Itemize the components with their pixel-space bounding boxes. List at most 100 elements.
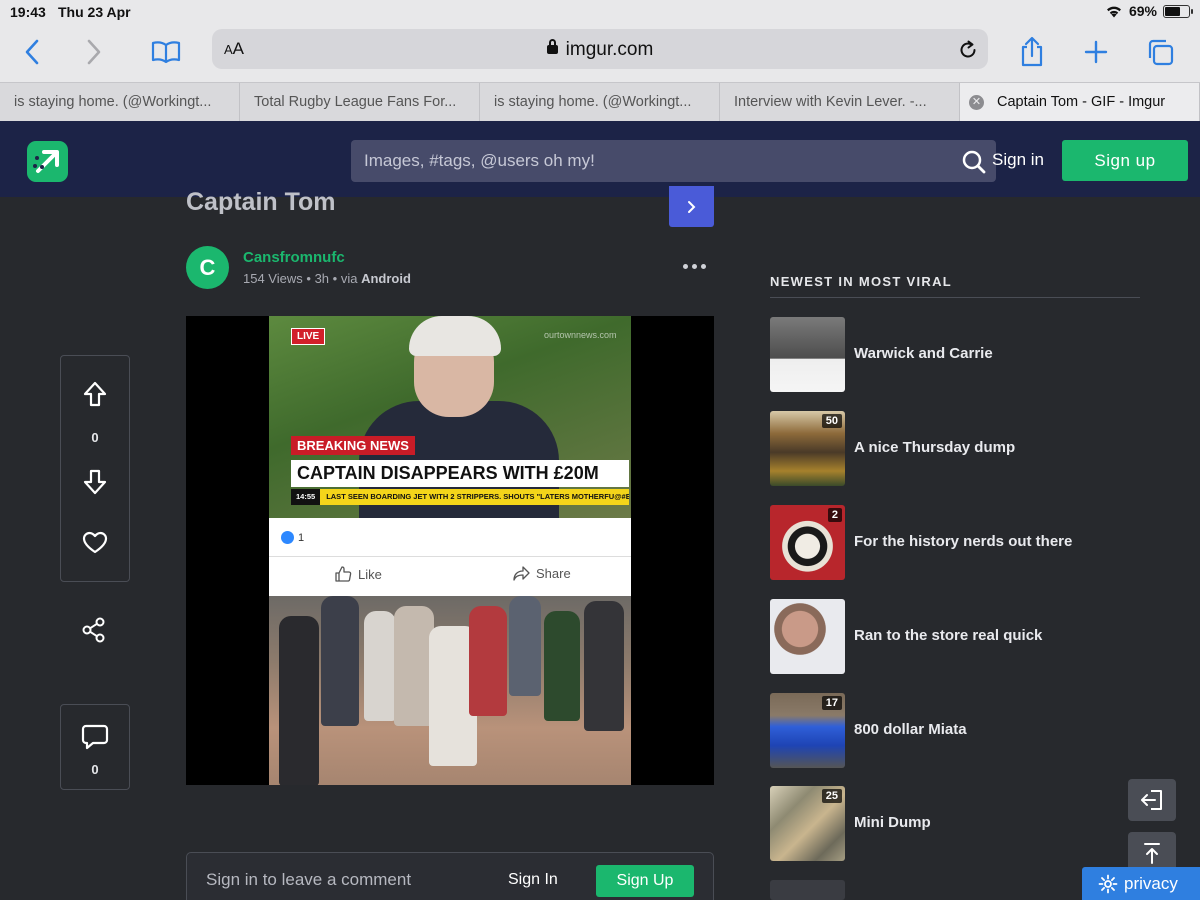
tab-2[interactable]: Total Rugby League Fans For... (240, 83, 480, 121)
tab-1[interactable]: is staying home. (@Workingt... (0, 83, 240, 121)
sidebar-post-4[interactable]: Ran to the store real quick (770, 599, 1150, 675)
sidebar-thumbnail: 25 (770, 786, 845, 861)
album-count-badge: 50 (821, 414, 842, 428)
news-headline: CAPTAIN DISAPPEARS WITH £20M (291, 460, 629, 487)
like-reaction-icon (281, 531, 294, 544)
post-title: Captain Tom (186, 188, 336, 214)
tab-4[interactable]: Interview with Kevin Lever. -... (720, 83, 960, 121)
book-icon (151, 41, 181, 64)
share-post-button[interactable] (80, 616, 108, 649)
sidebar-post-5[interactable]: 17 800 dollar Miata (770, 693, 1150, 769)
album-count-badge: 2 (827, 508, 842, 522)
sidebar-thumbnail (770, 317, 845, 392)
url-display[interactable]: imgur.com (212, 39, 988, 61)
back-button[interactable] (14, 34, 50, 70)
tab-3[interactable]: is staying home. (@Workingt... (480, 83, 720, 121)
sidebar-thumbnail: 50 (770, 411, 845, 486)
comment-signup-button[interactable]: Sign Up (596, 865, 694, 897)
next-post-button[interactable] (669, 186, 714, 227)
post-meta: 154 Views • 3h • via Android (243, 271, 411, 286)
arrow-down-icon (83, 469, 107, 495)
tab-overview-button[interactable] (1142, 34, 1178, 70)
comment-placeholder[interactable]: Sign in to leave a comment (206, 870, 411, 890)
heart-icon (82, 531, 108, 554)
status-bar: 19:43 Thu 23 Apr 69% (0, 0, 1200, 24)
fb-share: Share (513, 566, 571, 581)
album-count-badge: 25 (821, 789, 842, 803)
arrow-up-icon (83, 381, 107, 407)
comment-signin-link[interactable]: Sign In (508, 871, 558, 889)
url-text: imgur.com (565, 39, 654, 60)
exit-button[interactable] (1128, 779, 1176, 821)
sidebar-post-2[interactable]: 50 A nice Thursday dump (770, 411, 1150, 487)
media-watermark: ourtownnews.com (544, 330, 617, 340)
sidebar-post-title: A nice Thursday dump (854, 439, 1016, 456)
post-platform: Android (361, 271, 411, 286)
post-age: 3h (314, 271, 330, 286)
favorite-button[interactable] (61, 531, 129, 555)
sidebar-title: NEWEST IN MOST VIRAL (770, 274, 952, 289)
share-arrow-icon (513, 566, 530, 581)
author-name[interactable]: Cansfromnufc (243, 249, 345, 266)
upvote-button[interactable] (61, 380, 129, 408)
arrow-up-bar-icon (1144, 843, 1160, 864)
comments-panel[interactable]: 0 (60, 704, 130, 790)
chevron-right-icon (87, 39, 101, 65)
wifi-icon (1106, 6, 1121, 18)
breaking-news-label: BREAKING NEWS (291, 436, 415, 455)
share-button[interactable] (1014, 34, 1050, 70)
thumbs-up-icon (335, 566, 352, 582)
reload-button[interactable] (958, 38, 978, 65)
browser-toolbar: AA imgur.com (0, 24, 1200, 82)
header-signup-button[interactable]: Sign up (1062, 140, 1188, 181)
gear-icon (1098, 874, 1118, 893)
tab-strip: is staying home. (@Workingt... Total Rug… (0, 82, 1200, 121)
reload-icon (960, 40, 976, 58)
address-bar[interactable]: AA imgur.com (212, 29, 988, 69)
comments-button[interactable] (61, 723, 129, 751)
live-badge: LIVE (291, 328, 326, 345)
privacy-button[interactable]: privacy (1082, 867, 1200, 900)
sidebar-post-title: For the history nerds out there (854, 533, 1073, 550)
vote-panel: 0 (60, 355, 130, 582)
sidebar-post-title: Mini Dump (854, 814, 931, 831)
reaction-count: 1 (281, 531, 304, 544)
downvote-button[interactable] (61, 468, 129, 496)
search-input[interactable]: Images, #tags, @users oh my! (351, 140, 996, 182)
gif-frame: LIVE ourtownnews.com BREAKING NEWS CAPTA… (269, 316, 631, 785)
bookmarks-button[interactable] (148, 34, 184, 70)
dancing-crowd-image (269, 596, 631, 785)
imgur-logo[interactable] (27, 141, 68, 182)
sidebar-post-title: Warwick and Carrie (854, 345, 993, 362)
sidebar-divider (770, 297, 1140, 298)
status-date: Thu 23 Apr (58, 4, 131, 20)
album-count-badge: 17 (821, 696, 842, 710)
search-icon[interactable] (961, 149, 987, 180)
share-icon (1021, 36, 1043, 67)
tab-active[interactable]: ✕ Captain Tom - GIF - Imgur (960, 83, 1200, 121)
close-tab-icon[interactable]: ✕ (969, 95, 984, 110)
exit-arrow-icon (1141, 790, 1162, 810)
status-right: 69% (1105, 3, 1193, 19)
plus-icon (1084, 40, 1108, 64)
new-tab-button[interactable] (1078, 34, 1114, 70)
sidebar-thumbnail (770, 599, 845, 674)
author-avatar[interactable]: C (186, 246, 229, 289)
imgur-logo-icon (33, 150, 59, 173)
sidebar-post-6[interactable]: 25 Mini Dump (770, 786, 1150, 862)
site-header: Images, #tags, @users oh my! Sign in Sig… (0, 121, 1200, 197)
comment-bubble-icon (81, 724, 109, 750)
sidebar-thumbnail: 2 (770, 505, 845, 580)
search-placeholder: Images, #tags, @users oh my! (364, 151, 595, 170)
chevron-left-icon (25, 39, 39, 65)
header-signin-link[interactable]: Sign in (992, 150, 1044, 170)
privacy-label: privacy (1124, 873, 1178, 893)
sidebar-post-3[interactable]: 2 For the history nerds out there (770, 505, 1150, 581)
comment-box: Sign in to leave a comment Sign In Sign … (186, 852, 714, 900)
forward-button[interactable] (76, 34, 112, 70)
lock-icon (546, 39, 558, 54)
status-time: 19:43 (10, 4, 46, 20)
more-options-button[interactable] (683, 264, 706, 269)
sidebar-post-1[interactable]: Warwick and Carrie (770, 317, 1150, 393)
post-media[interactable]: LIVE ourtownnews.com BREAKING NEWS CAPTA… (186, 316, 714, 785)
